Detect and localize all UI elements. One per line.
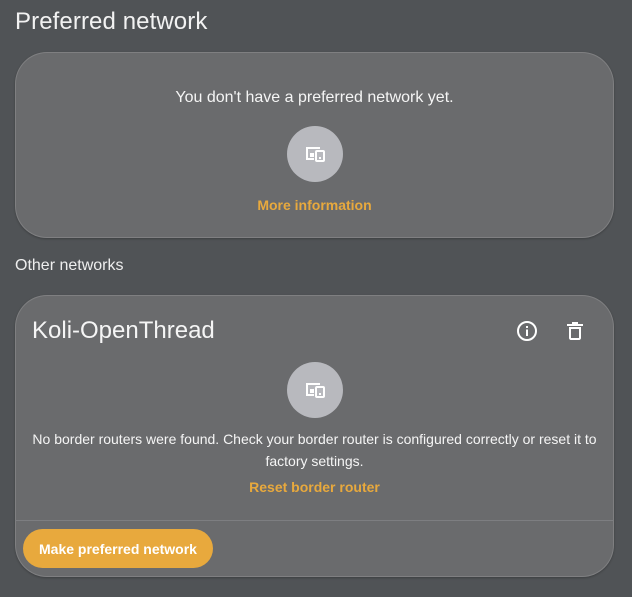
preferred-network-card: You don't have a preferred network yet. … xyxy=(15,52,614,238)
no-border-routers-message: No border routers were found. Check your… xyxy=(32,431,597,469)
info-icon[interactable] xyxy=(513,317,541,345)
make-preferred-network-button[interactable]: Make preferred network xyxy=(23,529,213,568)
other-networks-label: Other networks xyxy=(15,257,124,274)
no-preferred-network-text: You don't have a preferred network yet. xyxy=(175,89,454,106)
more-information-link[interactable]: More information xyxy=(15,197,614,213)
router-devices-icon xyxy=(287,126,343,182)
router-devices-icon xyxy=(287,362,343,418)
card-actions-divider xyxy=(15,520,614,521)
trash-icon[interactable] xyxy=(561,317,589,345)
reset-border-router-link[interactable]: Reset border router xyxy=(15,479,614,495)
network-card: Koli-OpenThread No border routers were f… xyxy=(15,295,614,577)
page-title: Preferred network xyxy=(15,8,208,35)
network-name: Koli-OpenThread xyxy=(32,317,215,344)
